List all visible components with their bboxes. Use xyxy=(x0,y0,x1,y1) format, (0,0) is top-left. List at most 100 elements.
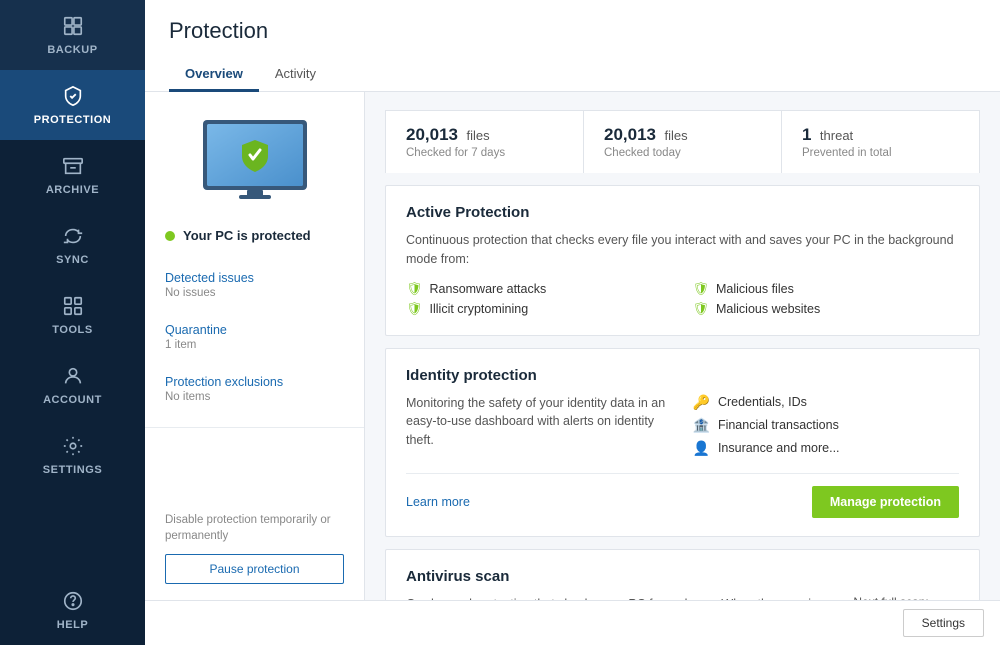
sidebar-label-backup: BACKUP xyxy=(47,44,97,56)
identity-feature-insurance: 👤 Insurance and more... xyxy=(693,440,960,457)
identity-card-footer: Learn more Manage protection xyxy=(406,473,959,518)
person-icon: 👤 xyxy=(693,440,710,457)
stat-7days: 20,013 files Checked for 7 days xyxy=(386,111,584,173)
pause-description: Disable protection temporarily or perman… xyxy=(145,512,364,544)
sidebar-item-account[interactable]: ACCOUNT xyxy=(0,350,145,420)
stat-today: 20,013 files Checked today xyxy=(584,111,782,173)
feature-cryptomining: 🛡 Illicit cryptomining xyxy=(406,301,673,317)
status-dot xyxy=(165,231,175,241)
bottom-bar: Settings xyxy=(145,600,1000,645)
shield-icon-malicious-files: 🛡 xyxy=(693,281,710,297)
sidebar-item-backup[interactable]: BACKUP xyxy=(0,0,145,70)
monitor-image xyxy=(145,112,364,212)
quarantine-section: Quarantine 1 item xyxy=(145,315,364,367)
identity-feature-insurance-label: Insurance and more... xyxy=(718,441,840,455)
archive-icon xyxy=(61,154,85,178)
sidebar-label-help: HELP xyxy=(57,619,89,631)
feature-malicious-files: 🛡 Malicious files xyxy=(693,281,960,297)
key-icon: 🔑 xyxy=(693,394,710,411)
exclusions-section: Protection exclusions No items xyxy=(145,367,364,419)
pause-protection-button[interactable]: Pause protection xyxy=(165,554,344,584)
stat-today-number: 20,013 xyxy=(604,125,656,144)
page-header: Protection Overview Activity xyxy=(145,0,1000,92)
tab-overview[interactable]: Overview xyxy=(169,58,259,92)
help-icon xyxy=(61,589,85,613)
left-panel: Your PC is protected Detected issues No … xyxy=(145,92,365,600)
sidebar-item-tools[interactable]: TOOLS xyxy=(0,280,145,350)
exclusions-sub: No items xyxy=(165,391,344,403)
protection-icon xyxy=(61,84,85,108)
feature-ransomware: 🛡 Ransomware attacks xyxy=(406,281,673,297)
right-panel: 20,013 files Checked for 7 days 20,013 f… xyxy=(365,92,1000,600)
stat-today-unit: files xyxy=(664,128,687,143)
stat-threats: 1 threat Prevented in total xyxy=(782,111,979,173)
antivirus-title: Antivirus scan xyxy=(406,568,959,585)
antivirus-card: Antivirus scan On-demand protection that… xyxy=(385,549,980,601)
sidebar-item-archive[interactable]: ARCHIVE xyxy=(0,140,145,210)
shield-icon-cryptomining: 🛡 xyxy=(406,301,423,317)
sidebar-label-account: ACCOUNT xyxy=(43,394,102,406)
sidebar-label-sync: SYNC xyxy=(56,254,89,266)
feature-cryptomining-label: Illicit cryptomining xyxy=(430,302,529,316)
identity-feature-financial-label: Financial transactions xyxy=(718,418,839,432)
stat-7days-label: Checked for 7 days xyxy=(406,147,563,159)
tab-bar: Overview Activity xyxy=(169,58,976,91)
learn-more-link[interactable]: Learn more xyxy=(406,495,470,509)
manage-protection-button[interactable]: Manage protection xyxy=(812,486,959,518)
identity-protection-card: Identity protection Monitoring the safet… xyxy=(385,348,980,537)
status-text: Your PC is protected xyxy=(183,228,311,243)
backup-icon xyxy=(61,14,85,38)
identity-feature-financial: 🏦 Financial transactions xyxy=(693,417,960,434)
sidebar-label-archive: ARCHIVE xyxy=(46,184,99,196)
features-grid: 🛡 Ransomware attacks 🛡 Malicious files 🛡… xyxy=(406,281,959,317)
bank-icon: 🏦 xyxy=(693,417,710,434)
sidebar-label-settings: SETTINGS xyxy=(43,464,102,476)
identity-features: 🔑 Credentials, IDs 🏦 Financial transacti… xyxy=(693,394,960,457)
feature-malicious-websites: 🛡 Malicious websites xyxy=(693,301,960,317)
settings-button[interactable]: Settings xyxy=(903,609,984,637)
sidebar-item-sync[interactable]: SYNC xyxy=(0,210,145,280)
stat-threats-unit: threat xyxy=(820,128,853,143)
detected-issues-link[interactable]: Detected issues xyxy=(165,271,344,285)
quarantine-link[interactable]: Quarantine xyxy=(165,323,344,337)
main-content: Protection Overview Activity xyxy=(145,0,1000,645)
divider xyxy=(145,427,364,428)
quarantine-sub: 1 item xyxy=(165,339,344,351)
identity-protection-title: Identity protection xyxy=(406,367,959,384)
identity-body: Monitoring the safety of your identity d… xyxy=(406,394,959,457)
tab-activity[interactable]: Activity xyxy=(259,58,332,92)
stat-7days-number: 20,013 xyxy=(406,125,458,144)
status-badge: Your PC is protected xyxy=(145,228,364,243)
active-protection-desc: Continuous protection that checks every … xyxy=(406,231,959,269)
stat-threats-number: 1 xyxy=(802,125,811,144)
sidebar-item-help[interactable]: HELP xyxy=(0,575,145,645)
shield-icon-malicious-websites: 🛡 xyxy=(693,301,710,317)
stats-row: 20,013 files Checked for 7 days 20,013 f… xyxy=(385,110,980,173)
sidebar-label-tools: TOOLS xyxy=(52,324,92,336)
feature-ransomware-label: Ransomware attacks xyxy=(430,282,547,296)
active-protection-card: Active Protection Continuous protection … xyxy=(385,185,980,336)
tools-icon xyxy=(61,294,85,318)
settings-icon xyxy=(61,434,85,458)
stat-threats-label: Prevented in total xyxy=(802,147,959,159)
content-area: Your PC is protected Detected issues No … xyxy=(145,92,1000,600)
detected-issues-section: Detected issues No issues xyxy=(145,263,364,315)
sidebar-item-settings[interactable]: SETTINGS xyxy=(0,420,145,490)
identity-feature-credentials: 🔑 Credentials, IDs xyxy=(693,394,960,411)
active-protection-title: Active Protection xyxy=(406,204,959,221)
sidebar: BACKUP PROTECTION ARCHIVE xyxy=(0,0,145,645)
sidebar-label-protection: PROTECTION xyxy=(34,114,112,126)
feature-malicious-files-label: Malicious files xyxy=(716,282,794,296)
sync-icon xyxy=(61,224,85,248)
identity-feature-credentials-label: Credentials, IDs xyxy=(718,395,807,409)
page-title: Protection xyxy=(169,18,976,44)
identity-desc: Monitoring the safety of your identity d… xyxy=(406,394,673,457)
detected-issues-sub: No issues xyxy=(165,287,344,299)
exclusions-link[interactable]: Protection exclusions xyxy=(165,375,344,389)
feature-malicious-websites-label: Malicious websites xyxy=(716,302,820,316)
account-icon xyxy=(61,364,85,388)
shield-icon-ransomware: 🛡 xyxy=(406,281,423,297)
stat-today-label: Checked today xyxy=(604,147,761,159)
stat-7days-unit: files xyxy=(466,128,489,143)
sidebar-item-protection[interactable]: PROTECTION xyxy=(0,70,145,140)
